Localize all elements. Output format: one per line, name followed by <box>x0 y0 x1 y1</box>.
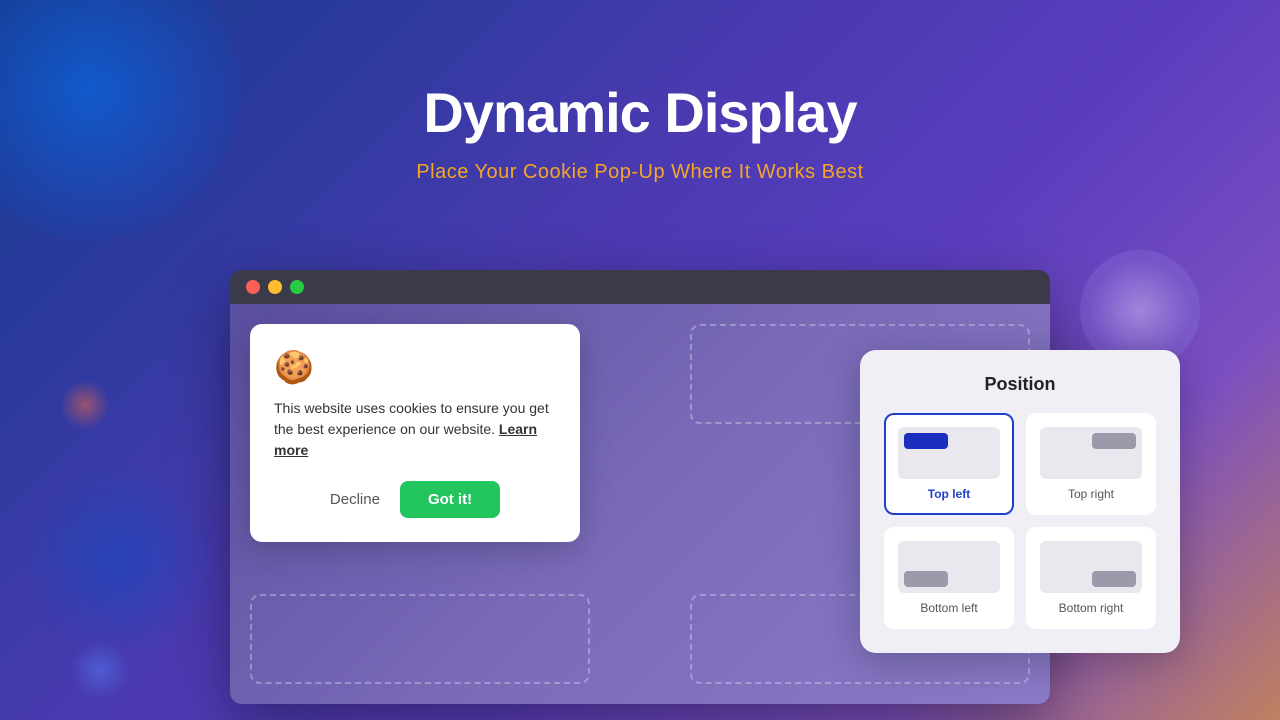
position-option-top-left[interactable]: Top left <box>884 413 1014 515</box>
position-label-bottom-right: Bottom right <box>1059 601 1124 615</box>
position-option-top-right[interactable]: Top right <box>1026 413 1156 515</box>
traffic-light-red[interactable] <box>246 280 260 294</box>
position-panel: Position Top left Top right Bottom left … <box>860 350 1180 653</box>
position-label-top-right: Top right <box>1068 487 1114 501</box>
placeholder-bottom-left <box>250 594 590 684</box>
preview-indicator-bottom-left <box>904 571 948 587</box>
position-grid: Top left Top right Bottom left Bottom ri… <box>884 413 1156 629</box>
cookie-buttons: Decline Got it! <box>274 481 556 518</box>
position-preview-bottom-left <box>898 541 1000 593</box>
position-preview-top-left <box>898 427 1000 479</box>
cookie-popup: 🍪 This website uses cookies to ensure yo… <box>250 324 580 542</box>
traffic-light-yellow[interactable] <box>268 280 282 294</box>
bg-blob-bottom-left2 <box>70 640 130 700</box>
position-label-bottom-left: Bottom left <box>920 601 977 615</box>
cookie-text: This website uses cookies to ensure you … <box>274 398 556 461</box>
position-panel-title: Position <box>884 374 1156 395</box>
traffic-light-green[interactable] <box>290 280 304 294</box>
page-subtitle: Place Your Cookie Pop-Up Where It Works … <box>0 161 1280 184</box>
preview-indicator-top-right <box>1092 433 1136 449</box>
decline-button[interactable]: Decline <box>330 491 380 508</box>
position-option-bottom-right[interactable]: Bottom right <box>1026 527 1156 629</box>
bg-blob-left-mid <box>60 380 110 430</box>
position-label-top-left: Top left <box>928 487 970 501</box>
preview-indicator-top-left <box>904 433 948 449</box>
preview-indicator-bottom-right <box>1092 571 1136 587</box>
got-it-button[interactable]: Got it! <box>400 481 500 518</box>
position-preview-top-right <box>1040 427 1142 479</box>
page-title: Dynamic Display <box>0 80 1280 145</box>
bg-blob-bottom-left <box>20 460 220 660</box>
cookie-icon: 🍪 <box>274 348 556 386</box>
position-option-bottom-left[interactable]: Bottom left <box>884 527 1014 629</box>
header: Dynamic Display Place Your Cookie Pop-Up… <box>0 0 1280 184</box>
browser-titlebar <box>230 270 1050 304</box>
position-preview-bottom-right <box>1040 541 1142 593</box>
